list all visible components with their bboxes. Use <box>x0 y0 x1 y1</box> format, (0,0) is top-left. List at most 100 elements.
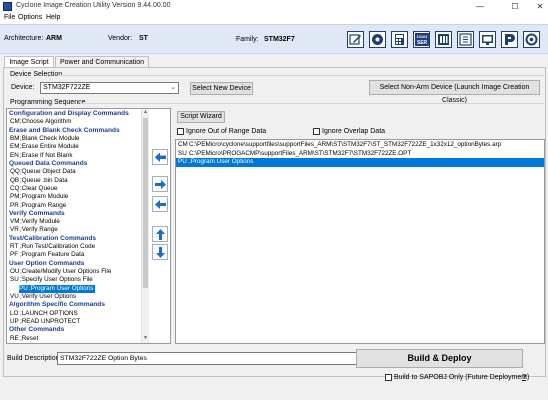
ignore-out-of-range-checkbox[interactable] <box>177 128 184 135</box>
ser-icon[interactable]: 10101 SER <box>413 31 430 48</box>
command-item[interactable]: UP;READ UNPROTECT <box>10 318 80 326</box>
architecture-value: ARM <box>46 35 62 42</box>
command-item[interactable]: PM;Program Module <box>10 193 68 201</box>
command-item[interactable]: SU;Specify User Options File <box>10 276 93 284</box>
command-group-header[interactable]: Test/Calibration Commands <box>9 235 96 243</box>
command-item[interactable]: QQ;Queue Object Data <box>10 168 76 176</box>
scroll-up-icon[interactable]: ▲ <box>142 109 149 117</box>
device-info-bar: Architecture: ARM Vendor: ST Family: STM… <box>0 24 548 54</box>
pemicro-icon[interactable] <box>501 31 518 48</box>
book-icon[interactable] <box>435 31 452 48</box>
command-item[interactable]: VM;Verify Module <box>10 218 60 226</box>
svg-text:SER: SER <box>416 40 427 46</box>
command-group-header[interactable]: Configuration and Display Commands <box>9 110 129 118</box>
title-bar: Cyclone Image Creation Utility Version 9… <box>0 0 548 13</box>
command-text: ;Verify Range <box>20 226 58 234</box>
arrow-down-icon <box>155 246 165 258</box>
command-item[interactable]: CQ;Clear Queue <box>10 185 57 193</box>
disc-icon[interactable] <box>369 31 386 48</box>
menu-options[interactable]: Options <box>18 14 42 21</box>
script-line[interactable]: SU C:\PEMicro\PROGACMP\supportFiles_ARM\S… <box>178 150 411 159</box>
command-text: ;Erase Entire Module <box>20 143 79 151</box>
menu-file[interactable]: File <box>4 14 15 21</box>
minimize-button[interactable]: — <box>468 0 492 13</box>
command-text: ;Program Module <box>20 193 69 201</box>
family-label: Family: <box>236 36 259 43</box>
command-code: VU <box>10 293 19 301</box>
select-new-device-button[interactable]: Select New Device <box>190 82 253 95</box>
script-list[interactable]: CMC:\PEMicro\cyclone\supportfiles\suppor… <box>175 139 545 344</box>
command-item[interactable]: VU;Verify User Options <box>10 293 76 301</box>
insert-arrow-left-double-button[interactable] <box>152 149 168 165</box>
chevron-down-icon: ⌄ <box>170 84 176 91</box>
command-text: ;Program User Options <box>29 284 94 292</box>
calculator-icon[interactable] <box>391 31 408 48</box>
command-item[interactable]: PU;Program User Options <box>19 284 96 294</box>
scroll-thumb[interactable] <box>143 118 148 288</box>
close-button[interactable]: ✕ <box>528 0 548 13</box>
command-code: UP <box>10 318 19 325</box>
command-item[interactable]: EN;Erase If Not Blank <box>10 152 73 160</box>
command-item[interactable]: CM;Choose Algorithm <box>10 118 71 126</box>
command-item[interactable]: PR;Program Range <box>10 202 66 210</box>
menu-help[interactable]: Help <box>46 14 60 21</box>
command-item[interactable]: RE;Reset <box>10 335 38 343</box>
command-code: CQ <box>10 184 20 192</box>
move-up-button[interactable] <box>152 226 168 242</box>
build-deploy-button[interactable]: Build & Deploy <box>356 349 523 368</box>
remove-command-button[interactable] <box>152 196 168 212</box>
command-item[interactable]: EM;Erase Entire Module <box>10 143 79 151</box>
command-code: PM <box>10 193 20 201</box>
command-text: ;Specify User Options File <box>20 276 93 284</box>
script-line-text: C:\PEMicro\cyclone\supportfiles\supportF… <box>189 141 502 148</box>
command-item[interactable]: VR;Verify Range <box>10 226 58 234</box>
command-text: ;Erase If Not Blank <box>20 151 73 159</box>
architecture-label: Architecture: <box>4 35 44 42</box>
scroll-down-icon[interactable]: ▼ <box>142 335 149 343</box>
command-list[interactable]: Configuration and Display Commands CM;Cho… <box>6 108 171 344</box>
select-non-arm-device-button[interactable]: Select Non-Arm Device (Launch Image Crea… <box>369 80 540 104</box>
command-item[interactable]: LO ;LAUNCH OPTIONS <box>10 310 78 318</box>
command-item[interactable]: OU;Create/Modify User Options File <box>10 268 111 276</box>
edit-icon[interactable] <box>347 31 364 48</box>
family-value: STM32F7 <box>264 36 295 43</box>
command-code: EN <box>10 151 19 159</box>
script-line[interactable]: PU ;Program User Options <box>176 158 544 167</box>
scrollbar[interactable]: ▲ ▼ <box>141 109 149 343</box>
command-code: RE <box>10 334 19 342</box>
command-group-header[interactable]: Verify Commands <box>9 210 65 218</box>
command-group-header[interactable]: User Option Commands <box>9 260 84 268</box>
command-item[interactable]: RT ;Run Test/Calibration Code <box>10 243 95 251</box>
script-wizard-button[interactable]: Script Wizard <box>177 111 225 123</box>
command-item[interactable]: PF ;Program Feature Data <box>10 251 84 259</box>
device-select-value: STM32F722ZE <box>43 84 91 91</box>
tab-power-communication[interactable]: Power and Communication <box>55 56 149 67</box>
command-group-header[interactable]: Queued Data Commands <box>9 160 87 168</box>
command-group-header[interactable]: Erase and Blank Check Commands <box>9 127 120 135</box>
maximize-button[interactable]: ☐ <box>503 0 527 13</box>
vendor-value: ST <box>139 35 148 42</box>
svg-text:10101: 10101 <box>416 34 428 39</box>
user-manual-icon[interactable] <box>457 31 474 48</box>
add-command-button[interactable] <box>152 176 168 192</box>
script-line-code: CM <box>178 141 188 148</box>
script-line-code: SU <box>178 149 187 157</box>
help-link[interactable]: ? <box>522 374 526 381</box>
sapobj-only-checkbox[interactable] <box>385 374 392 381</box>
ignore-out-of-range-label: Ignore Out of Range Data <box>186 128 267 135</box>
command-code: CM <box>10 118 20 126</box>
ignore-overlap-checkbox[interactable] <box>313 128 320 135</box>
command-item[interactable]: QB;Queue .bin Data <box>10 177 68 185</box>
move-down-button[interactable] <box>152 244 168 260</box>
menu-bar: File Options Help <box>0 13 548 24</box>
monitor-icon[interactable] <box>479 31 496 48</box>
build-description-input[interactable]: STM32F722ZE Option Bytes <box>57 352 358 365</box>
settings-icon[interactable] <box>523 31 540 48</box>
command-item[interactable]: BM;Blank Check Module <box>10 135 80 143</box>
device-select[interactable]: STM32F722ZE ⌄ <box>40 82 179 94</box>
command-code: LO <box>10 309 19 317</box>
command-code: PF <box>10 251 19 259</box>
command-group-header[interactable]: Other Commands <box>9 326 64 334</box>
script-line[interactable]: CMC:\PEMicro\cyclone\supportfiles\suppor… <box>178 141 501 150</box>
command-group-header[interactable]: Algorithm Specific Commands <box>9 301 105 309</box>
